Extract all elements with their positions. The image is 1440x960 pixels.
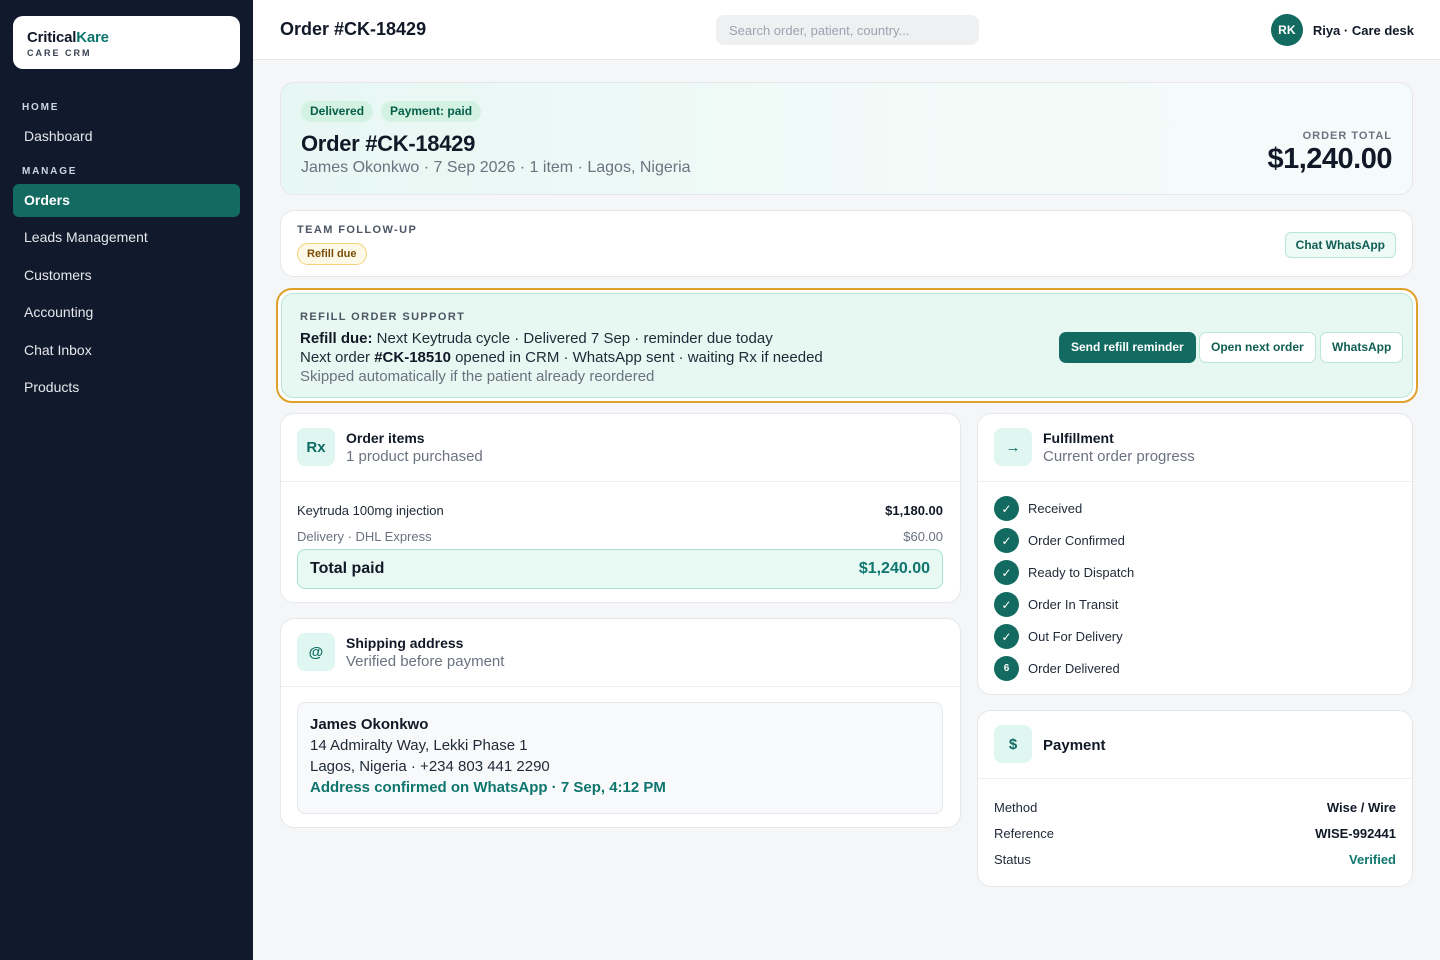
fulfillment-step: ✓ Order Confirmed — [994, 528, 1125, 553]
fulfillment-step: ✓ Ready to Dispatch — [994, 560, 1134, 585]
order-title: Order #CK-18429 — [301, 131, 476, 156]
payment-row-status: Status Verified — [994, 852, 1396, 867]
fulfillment-step: ✓ Out For Delivery — [994, 624, 1123, 649]
open-next-order-button[interactable]: Open next order — [1199, 332, 1316, 363]
search-input[interactable] — [716, 15, 979, 45]
avatar[interactable]: RK — [1270, 14, 1303, 46]
payment-label: Status — [994, 852, 1031, 867]
line-item-name: Delivery · DHL Express — [297, 529, 432, 544]
refill-next-order-line: Next order #CK-18510 opened in CRM · Wha… — [300, 349, 823, 366]
chat-whatsapp-button[interactable]: Chat WhatsApp — [1284, 232, 1396, 258]
payment-title: Payment — [1043, 737, 1106, 754]
sidebar-item-products[interactable]: Products — [13, 371, 240, 404]
address-confirmation: Address confirmed on WhatsApp · 7 Sep, 4… — [310, 779, 666, 796]
at-sign-icon: @ — [297, 633, 335, 671]
step-label: Order Confirmed — [1028, 533, 1125, 548]
arrow-right-icon: → — [994, 428, 1032, 466]
order-total-label: ORDER TOTAL — [1302, 130, 1392, 142]
shipping-address-card: @ Shipping address Verified before payme… — [280, 618, 961, 828]
order-items-card: Rx Order items 1 product purchased Keytr… — [280, 413, 961, 603]
refill-label: REFILL ORDER SUPPORT — [300, 311, 466, 323]
fulfillment-step: ✓ Received — [994, 496, 1082, 521]
address-line-2: Lagos, Nigeria · +234 803 441 2290 — [310, 758, 550, 775]
check-icon: ✓ — [994, 528, 1019, 553]
payment-card: $ Payment Method Wise / Wire Reference W… — [977, 710, 1413, 887]
total-paid-row: Total paid $1,240.00 — [297, 549, 943, 589]
status-badge-delivered: Delivered — [301, 101, 374, 122]
order-summary-card: Delivered Payment: paid Order #CK-18429 … — [280, 82, 1413, 195]
address-line-1: 14 Admiralty Way, Lekki Phase 1 — [310, 737, 528, 754]
fulfillment-subtitle: Current order progress — [1043, 448, 1195, 465]
refill-status-line: Refill due: Next Keytruda cycle · Delive… — [300, 330, 773, 347]
dollar-icon: $ — [994, 725, 1032, 763]
total-paid-label: Total paid — [310, 560, 385, 577]
order-subtitle: James Okonkwo · 7 Sep 2026 · 1 item · La… — [301, 159, 691, 176]
address-box: James Okonkwo 14 Admiralty Way, Lekki Ph… — [297, 702, 943, 814]
fulfillment-step: ✓ Order In Transit — [994, 592, 1118, 617]
sidebar-item-leads-management[interactable]: Leads Management — [13, 221, 240, 254]
brand-name: CriticalKare — [27, 29, 109, 46]
step-number-badge: 6 — [994, 656, 1019, 681]
order-total-value: $1,240.00 — [1267, 143, 1392, 175]
whatsapp-button[interactable]: WhatsApp — [1320, 332, 1404, 363]
brand-subtitle: CARE CRM — [27, 48, 92, 58]
sidebar-item-customers[interactable]: Customers — [13, 259, 240, 292]
payment-label: Method — [994, 800, 1038, 815]
refill-skip-note: Skipped automatically if the patient alr… — [300, 368, 655, 385]
payment-status-value: Verified — [1349, 852, 1396, 867]
refill-support-card: REFILL ORDER SUPPORT Refill due: Next Ke… — [276, 288, 1418, 403]
nav-section-home: HOME — [22, 102, 60, 113]
page-title: Order #CK-18429 — [280, 19, 427, 39]
shipping-title: Shipping address — [346, 635, 464, 651]
step-label: Received — [1028, 501, 1083, 516]
order-items-subtitle: 1 product purchased — [346, 448, 483, 465]
send-refill-reminder-button[interactable]: Send refill reminder — [1059, 332, 1196, 363]
payment-row-reference: Reference WISE-992441 — [994, 826, 1396, 841]
step-label: Ready to Dispatch — [1028, 565, 1135, 580]
payment-value: Wise / Wire — [1326, 800, 1396, 815]
status-badge-payment: Payment: paid — [381, 101, 482, 122]
sidebar-item-dashboard[interactable]: Dashboard — [13, 120, 240, 153]
shipping-subtitle: Verified before payment — [346, 653, 505, 670]
total-paid-value: $1,240.00 — [858, 560, 930, 577]
brand-logo[interactable]: CriticalKare CARE CRM — [13, 16, 240, 69]
check-icon: ✓ — [994, 624, 1019, 649]
sidebar: CriticalKare CARE CRM HOME Dashboard MAN… — [0, 0, 253, 960]
team-followup-card: TEAM FOLLOW-UP Refill due Chat WhatsApp — [280, 210, 1413, 277]
user-menu[interactable]: RK Riya · Care desk — [1270, 14, 1414, 46]
line-item-amount: $1,180.00 — [885, 503, 943, 518]
recipient-name: James Okonkwo — [310, 716, 429, 733]
sidebar-item-accounting[interactable]: Accounting — [13, 296, 240, 329]
line-item-name: Keytruda 100mg injection — [297, 503, 444, 518]
line-item-amount: $60.00 — [903, 529, 943, 544]
check-icon: ✓ — [994, 592, 1019, 617]
line-item-delivery: Delivery · DHL Express $60.00 — [297, 529, 943, 544]
order-items-title: Order items — [346, 430, 425, 446]
topbar: Order #CK-18429 RK Riya · Care desk — [253, 0, 1440, 60]
fulfillment-card: → Fulfillment Current order progress ✓ R… — [977, 413, 1413, 695]
refill-due-tag: Refill due — [297, 243, 367, 265]
user-name: Riya · Care desk — [1312, 22, 1414, 38]
sidebar-item-orders[interactable]: Orders — [13, 184, 240, 217]
line-item: Keytruda 100mg injection $1,180.00 — [297, 503, 943, 518]
fulfillment-step: 6 Order Delivered — [994, 656, 1120, 681]
nav-section-manage: MANAGE — [22, 166, 78, 177]
step-label: Order In Transit — [1028, 597, 1119, 612]
check-icon: ✓ — [994, 496, 1019, 521]
step-label: Order Delivered — [1028, 661, 1120, 676]
followup-label: TEAM FOLLOW-UP — [297, 224, 418, 236]
sidebar-item-chat-inbox[interactable]: Chat Inbox — [13, 334, 240, 367]
fulfillment-title: Fulfillment — [1043, 430, 1114, 446]
check-icon: ✓ — [994, 560, 1019, 585]
payment-value: WISE-992441 — [1315, 826, 1396, 841]
payment-row-method: Method Wise / Wire — [994, 800, 1396, 815]
payment-label: Reference — [994, 826, 1054, 841]
step-label: Out For Delivery — [1028, 629, 1123, 644]
prescription-icon: Rx — [297, 428, 335, 466]
